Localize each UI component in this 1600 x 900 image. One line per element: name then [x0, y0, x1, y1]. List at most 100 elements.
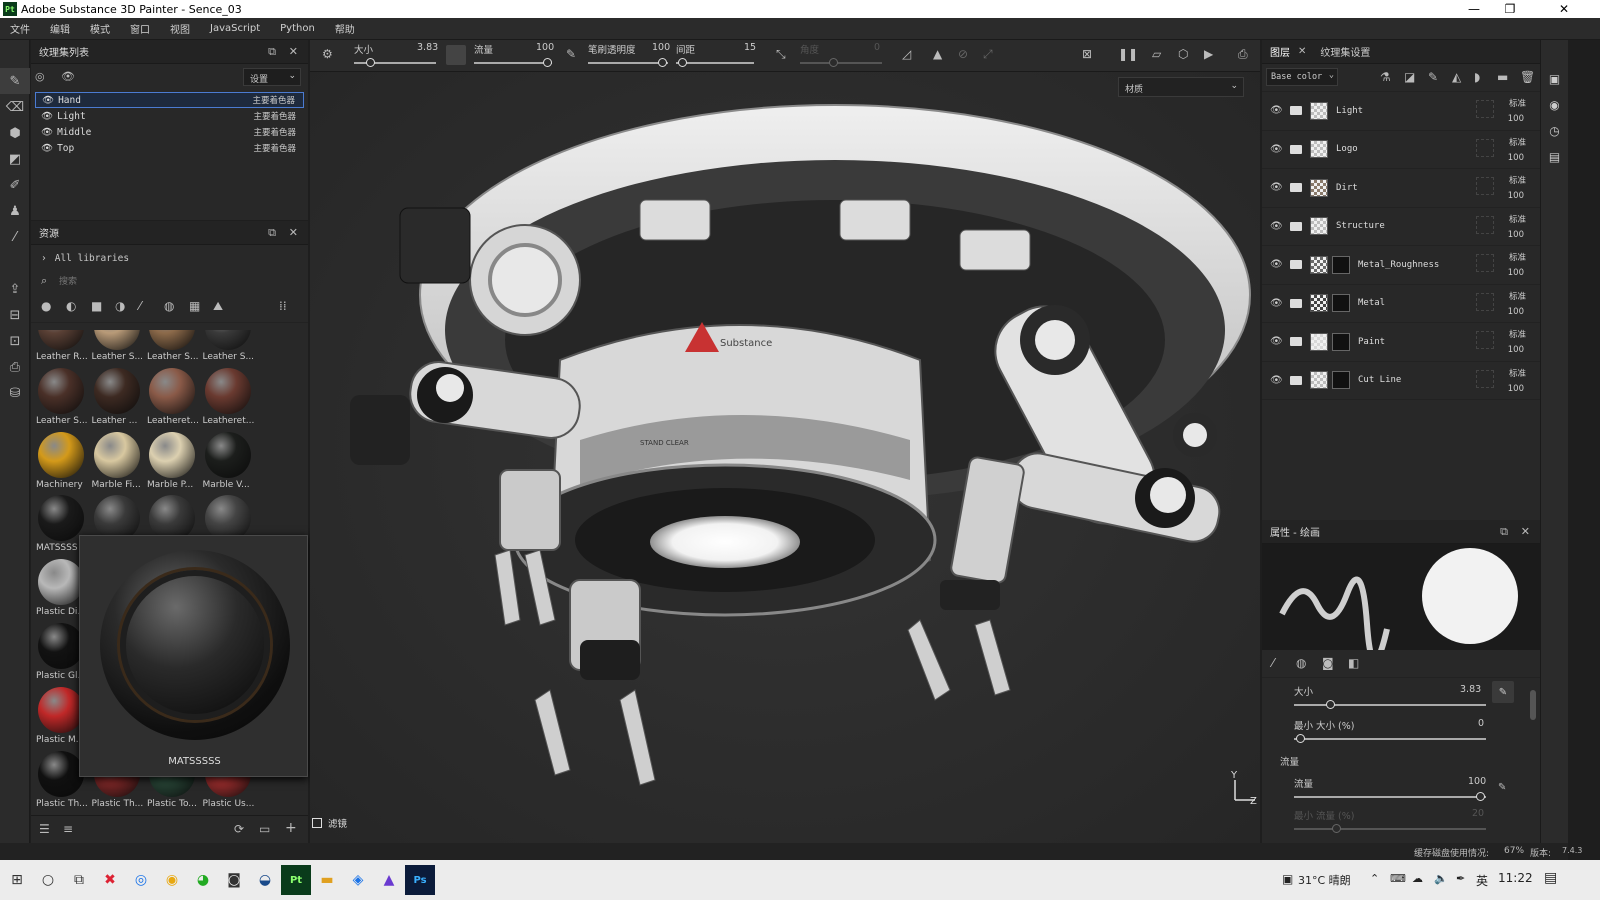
- texture-set-row[interactable]: 👁 Top 主要着色器: [35, 140, 304, 156]
- material-tab-icon[interactable]: ◧: [1348, 656, 1359, 670]
- layer-mask-thumbnail[interactable]: [1332, 332, 1350, 351]
- log-icon[interactable]: ▤: [1541, 144, 1568, 170]
- volume-icon[interactable]: 🔈: [1434, 872, 1448, 885]
- layer-name[interactable]: Structure: [1336, 221, 1385, 231]
- eye-icon[interactable]: 👁: [1270, 105, 1284, 116]
- eye-icon[interactable]: 👁: [1270, 375, 1284, 386]
- camera-icon[interactable]: ▶: [1204, 47, 1213, 61]
- material-mode-dropdown[interactable]: 材质 ⌄: [1118, 77, 1244, 97]
- layer-opacity[interactable]: 100: [1508, 307, 1524, 317]
- screenshot-icon[interactable]: ⎙: [1238, 47, 1248, 62]
- clock-text[interactable]: 11:22: [1498, 871, 1533, 885]
- restore-icon[interactable]: ❐: [1492, 0, 1528, 18]
- grid-view-icon[interactable]: ⁞⁞: [279, 299, 287, 313]
- viewport[interactable]: Substance STAND CLEAR Y Z 材质 ⌄ 滤镜: [310, 40, 1260, 850]
- layer-mask-slot[interactable]: [1476, 100, 1494, 118]
- polygon-fill-icon[interactable]: ◩: [0, 146, 30, 172]
- visibility-icon[interactable]: 👁: [61, 70, 75, 83]
- layer-row[interactable]: 👁 Structure 标准 100: [1262, 208, 1540, 246]
- prop-size-slider[interactable]: [1294, 704, 1486, 706]
- display-settings-icon[interactable]: ▣: [1541, 66, 1568, 92]
- eye-icon[interactable]: 👁: [1270, 221, 1284, 232]
- eye-icon[interactable]: 👁: [1270, 182, 1284, 193]
- material-thumbnail[interactable]: Leatheret...: [147, 367, 199, 430]
- model-view-icon[interactable]: ⬡: [1178, 47, 1188, 61]
- mask-filter-icon[interactable]: ■: [91, 299, 102, 313]
- texture-set-shader[interactable]: 主要着色器: [252, 94, 295, 106]
- flow-slider[interactable]: [474, 62, 552, 64]
- material-thumbnail[interactable]: Machinery: [36, 431, 88, 494]
- texture-set-shader[interactable]: 主要着色器: [253, 110, 296, 122]
- float-icon[interactable]: ⧉: [268, 45, 276, 59]
- color-picker-icon[interactable]: ⁄: [0, 224, 30, 250]
- tray-chevron-icon[interactable]: ⌃: [1370, 872, 1379, 885]
- add-fill-layer-icon[interactable]: ◭: [1452, 70, 1461, 84]
- ime-indicator[interactable]: 英: [1476, 872, 1488, 889]
- add-anchor-icon[interactable]: ◗: [1474, 70, 1480, 84]
- add-folder-icon[interactable]: ▬: [1497, 70, 1508, 84]
- texture-filter-icon[interactable]: ▦: [189, 299, 200, 313]
- layer-mask-slot[interactable]: [1476, 215, 1494, 234]
- search-icon[interactable]: ○: [33, 865, 63, 895]
- close-tab-icon[interactable]: ✕: [1298, 46, 1306, 57]
- spacing-slider[interactable]: [676, 62, 754, 64]
- material-thumbnail[interactable]: Leatheret...: [203, 367, 255, 430]
- layer-name[interactable]: Metal_Roughness: [1358, 260, 1439, 270]
- angle-slider[interactable]: [800, 62, 882, 64]
- blend-mode[interactable]: 标准: [1509, 174, 1526, 186]
- pause-icon[interactable]: ❚❚: [1118, 47, 1138, 61]
- delete-layer-icon[interactable]: 🗑: [1520, 70, 1535, 84]
- menu-python[interactable]: Python: [270, 23, 325, 34]
- projection-icon[interactable]: ⬢: [0, 120, 30, 146]
- menu-window[interactable]: 窗口: [120, 21, 160, 36]
- menu-view[interactable]: 视图: [160, 21, 200, 36]
- layer-opacity[interactable]: 100: [1508, 345, 1524, 355]
- material-thumbnail[interactable]: Marble P...: [147, 431, 199, 494]
- eye-icon[interactable]: 👁: [41, 143, 53, 154]
- material-thumbnail[interactable]: Leather S...: [203, 330, 255, 366]
- notifications-icon[interactable]: ▤: [1544, 870, 1557, 886]
- defender-icon[interactable]: ◈: [343, 865, 373, 895]
- clone-stamp-icon[interactable]: ♟: [0, 198, 30, 224]
- minimize-icon[interactable]: —: [1456, 0, 1492, 18]
- layer-mask-slot[interactable]: [1476, 177, 1494, 195]
- material-thumbnail[interactable]: Marble Fi...: [92, 431, 144, 494]
- filter-toggle[interactable]: 滤镜: [312, 816, 347, 830]
- tab-texture-set-settings[interactable]: 纹理集设置: [1320, 44, 1370, 59]
- eraser-icon[interactable]: ⌫: [0, 94, 30, 120]
- assets-breadcrumb[interactable]: › All libraries: [31, 245, 308, 271]
- layer-opacity[interactable]: 100: [1508, 114, 1524, 124]
- pen-icon[interactable]: ✒: [1456, 872, 1465, 885]
- layer-name[interactable]: Cut Line: [1358, 375, 1401, 385]
- layer-name[interactable]: Paint: [1358, 337, 1385, 347]
- float-icon[interactable]: ⧉: [1500, 525, 1508, 539]
- texture-set-shader[interactable]: 主要着色器: [253, 142, 296, 154]
- brush-preset-icon[interactable]: ⚙: [322, 47, 333, 61]
- steam-icon[interactable]: ◒: [250, 865, 280, 895]
- wechat-icon[interactable]: ◕: [188, 865, 218, 895]
- close-panel-icon[interactable]: ✕: [1521, 525, 1530, 538]
- material-thumbnail[interactable]: Leather ...: [92, 367, 144, 430]
- layer-opacity[interactable]: 100: [1508, 230, 1524, 240]
- search-input[interactable]: [59, 274, 299, 290]
- weather-text[interactable]: 31°C 晴朗: [1298, 872, 1351, 888]
- lazy-mouse-icon[interactable]: ⤡: [776, 47, 786, 62]
- tab-layers[interactable]: 图层: [1262, 44, 1298, 59]
- substance-painter-icon[interactable]: Pt: [281, 865, 311, 895]
- alpha-tab-icon[interactable]: ◍: [1296, 656, 1306, 670]
- pen-pressure-size-button[interactable]: [446, 45, 466, 65]
- procedural-filter-icon[interactable]: ◍: [164, 299, 174, 313]
- add-effect-icon[interactable]: ⚗: [1380, 70, 1391, 84]
- prop-min-flow-slider[interactable]: [1294, 828, 1486, 830]
- task-view-icon[interactable]: ⧉: [64, 865, 94, 895]
- layer-mask-slot[interactable]: [1476, 138, 1494, 157]
- menu-help[interactable]: 帮助: [325, 21, 365, 36]
- material-thumbnail[interactable]: Leather S...: [92, 330, 144, 366]
- prop-flow-pressure-icon[interactable]: ✎: [1498, 782, 1506, 793]
- properties-scrollbar[interactable]: [1530, 690, 1536, 720]
- menu-javascript[interactable]: JavaScript: [200, 23, 270, 34]
- brush-filter-icon[interactable]: ⁄: [139, 299, 141, 313]
- layer-name[interactable]: Metal: [1358, 298, 1385, 308]
- material-thumbnail[interactable]: Leather R...: [36, 330, 88, 366]
- history-icon[interactable]: ◷: [1541, 118, 1568, 144]
